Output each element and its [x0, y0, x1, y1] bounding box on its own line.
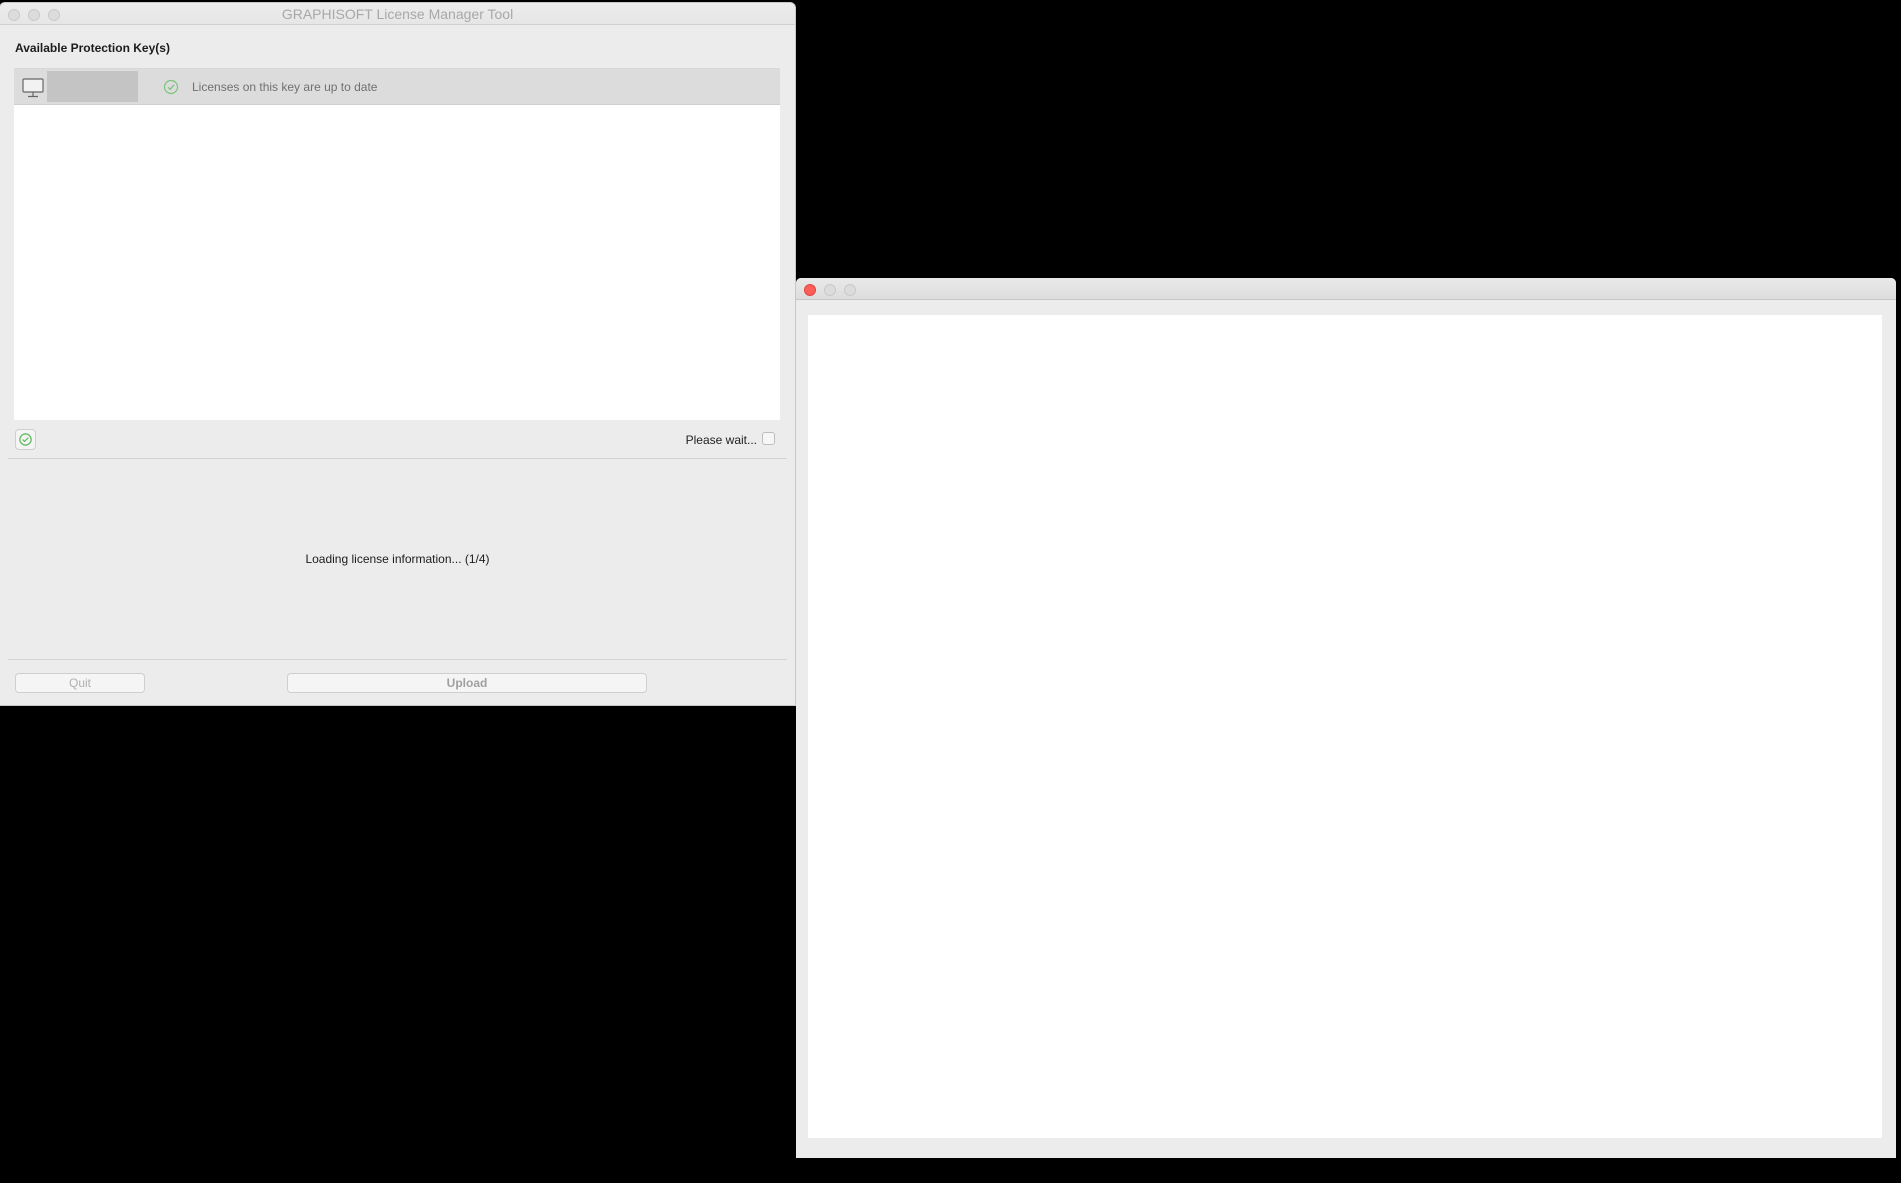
check-circle-icon [163, 79, 179, 95]
progress-indicator [762, 432, 775, 445]
upload-button[interactable]: Upload [287, 673, 647, 693]
loading-message: Loading license information... (1/4) [305, 552, 490, 566]
protection-key-row[interactable]: Licenses on this key are up to date [14, 69, 780, 105]
secondary-window [796, 278, 1896, 1158]
zoom-button[interactable] [844, 284, 856, 296]
quit-button[interactable]: Quit [15, 673, 145, 693]
monitor-icon [22, 78, 44, 98]
refresh-button[interactable] [15, 429, 36, 450]
title-bar[interactable]: GRAPHISOFT License Manager Tool [0, 3, 795, 25]
status-text: Please wait... [685, 433, 757, 447]
key-name-placeholder [47, 71, 138, 102]
close-button[interactable] [804, 284, 816, 296]
minimize-button[interactable] [824, 284, 836, 296]
divider [8, 659, 787, 660]
refresh-icon [19, 433, 32, 446]
section-label: Available Protection Key(s) [15, 41, 170, 55]
protection-key-list[interactable]: Licenses on this key are up to date [14, 68, 780, 420]
divider [8, 458, 787, 459]
title-bar[interactable] [796, 278, 1896, 300]
key-status-text: Licenses on this key are up to date [192, 80, 378, 94]
content-area [808, 315, 1882, 1138]
license-manager-window: GRAPHISOFT License Manager Tool Availabl… [0, 3, 795, 705]
window-title: GRAPHISOFT License Manager Tool [281, 6, 514, 22]
